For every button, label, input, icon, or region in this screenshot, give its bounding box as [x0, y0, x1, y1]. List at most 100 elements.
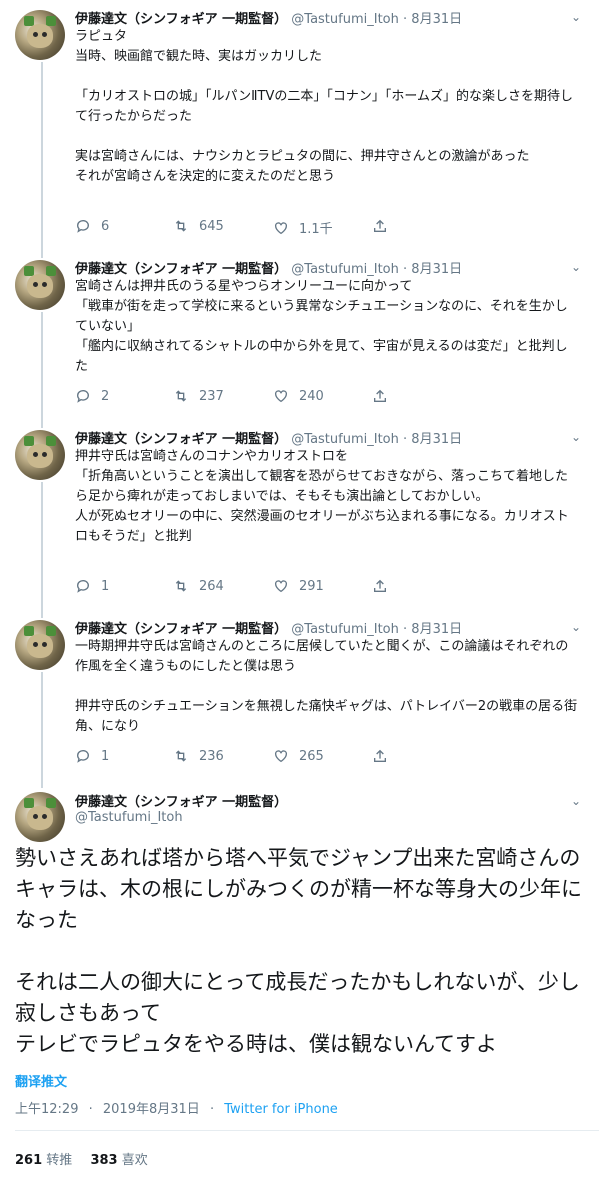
translate-tweet-link[interactable]: 翻译推文 [15, 1071, 67, 1090]
author-name[interactable]: 伊藤達文（シンフォギア 一期監督） [75, 12, 287, 27]
author-name[interactable]: 伊藤達文（シンフォギア 一期監督） [75, 262, 287, 277]
retweet-icon [175, 220, 187, 232]
share-icon [374, 579, 386, 592]
reply-button[interactable]: 2 [75, 388, 109, 404]
retweet-stat[interactable]: 261 转推 [15, 1153, 72, 1168]
share-icon [374, 219, 386, 232]
reply-count: 1 [101, 748, 110, 764]
tweet-date[interactable]: 8月31日 [411, 432, 462, 447]
retweet-count: 264 [199, 578, 224, 594]
separator-dot: · [403, 622, 408, 637]
reply-icon [77, 220, 89, 233]
tweet-date[interactable]: 8月31日 [411, 262, 462, 277]
separator-dot: · [403, 12, 408, 27]
tweet[interactable]: 伊藤達文（シンフォギア 一期監督） @Tastufumi_Itoh · 8月31… [0, 0, 599, 250]
tweet-date[interactable]: 8月31日 [411, 622, 462, 637]
heart-icon [275, 750, 287, 763]
like-count: 240 [299, 388, 324, 404]
tweet-actions: 6 645 1.1千 [75, 218, 495, 238]
tweet[interactable]: 伊藤達文（シンフォギア 一期監督） @Tastufumi_Itoh · 8月31… [0, 250, 599, 420]
author-handle[interactable]: @Tastufumi_Itoh [291, 12, 399, 27]
like-stat[interactable]: 383 喜欢 [90, 1153, 147, 1168]
author-name[interactable]: 伊藤達文（シンフォギア 一期監督） [75, 622, 287, 637]
like-count: 291 [299, 578, 324, 594]
retweet-button[interactable]: 237 [173, 388, 224, 404]
like-count: 1.1千 [299, 222, 333, 237]
avatar[interactable] [15, 792, 65, 842]
avatar[interactable] [15, 430, 65, 480]
like-button[interactable]: 1.1千 [273, 218, 333, 237]
tweet-time[interactable]: 上午12:29 [15, 1102, 78, 1117]
reply-count: 6 [101, 218, 110, 234]
chevron-down-icon[interactable]: ⌄ [571, 620, 581, 634]
chevron-down-icon[interactable]: ⌄ [571, 430, 581, 444]
share-button[interactable] [372, 388, 388, 404]
avatar[interactable] [15, 10, 65, 60]
like-stat-label: 喜欢 [121, 1153, 148, 1168]
retweet-count: 645 [199, 218, 224, 234]
share-icon [374, 389, 386, 402]
tweet-header: 伊藤達文（シンフォギア 一期監督） @Tastufumi_Itoh · 8月31… [75, 258, 462, 277]
tweet-actions: 1 236 265 [75, 748, 495, 768]
reply-button[interactable]: 1 [75, 748, 109, 764]
separator-dot: · [403, 432, 408, 447]
reply-button[interactable]: 1 [75, 578, 109, 594]
tweet-actions: 2 237 240 [75, 388, 495, 408]
main-tweet: 伊藤達文（シンフォギア 一期監督） @Tastufumi_Itoh ⌄ 勢いさえ… [0, 788, 599, 1186]
tweet-header: 伊藤達文（シンフォギア 一期監督） @Tastufumi_Itoh · 8月31… [75, 428, 462, 447]
tweet-text: 押井守氏は宮崎さんのコナンやカリオストロを 「折角高いということを演出して観客を… [75, 449, 569, 544]
tweet-text: ラピュタ 当時、映画館で観た時、実はガッカリした 「カリオストロの城」「ルパンⅡ… [75, 29, 573, 184]
retweet-button[interactable]: 236 [173, 748, 224, 764]
share-button[interactable] [372, 218, 388, 234]
author-name[interactable]: 伊藤達文（シンフォギア 一期監督） [75, 791, 287, 810]
author-handle[interactable]: @Tastufumi_Itoh [291, 432, 399, 447]
tweet-text: 宮崎さんは押井氏のうる星やつらオンリーユーに向かって 「戦車が街を走って学校に来… [75, 279, 568, 374]
main-tweet-text: 勢いさえあれば塔から塔へ平気でジャンプ出来た宮崎さんのキャラは、木の根にしがみつ… [15, 846, 582, 1056]
tweet-date[interactable]: 8月31日 [411, 12, 462, 27]
avatar[interactable] [15, 620, 65, 670]
reply-button[interactable]: 6 [75, 218, 109, 234]
share-icon [374, 749, 386, 762]
reply-count: 1 [101, 578, 110, 594]
share-button[interactable] [372, 578, 388, 594]
retweet-count: 237 [199, 388, 224, 404]
chevron-down-icon[interactable]: ⌄ [571, 260, 581, 274]
retweet-icon [175, 390, 187, 402]
chevron-down-icon[interactable]: ⌄ [571, 794, 581, 808]
author-name[interactable]: 伊藤達文（シンフォギア 一期監督） [75, 432, 287, 447]
reply-icon [77, 750, 89, 763]
reply-count: 2 [101, 388, 110, 404]
author-handle[interactable]: @Tastufumi_Itoh [291, 622, 399, 637]
author-handle[interactable]: @Tastufumi_Itoh [75, 810, 183, 825]
author-handle[interactable]: @Tastufumi_Itoh [291, 262, 399, 277]
reply-icon [77, 580, 89, 593]
like-button[interactable]: 291 [273, 578, 324, 594]
heart-icon [275, 221, 287, 234]
retweet-stat-label: 转推 [46, 1153, 73, 1168]
tweet-date[interactable]: 2019年8月31日 [103, 1102, 200, 1117]
tweet-meta: 上午12:29 · 2019年8月31日 · Twitter for iPhon… [15, 1098, 338, 1117]
like-count: 265 [299, 748, 324, 764]
separator-dot: · [209, 1102, 215, 1117]
like-button[interactable]: 240 [273, 388, 324, 404]
avatar[interactable] [15, 260, 65, 310]
retweet-total: 261 [15, 1153, 43, 1168]
separator-dot: · [88, 1102, 93, 1117]
retweet-icon [175, 580, 187, 592]
tweet-stats: 261 转推 383 喜欢 [15, 1149, 148, 1168]
reply-icon [77, 390, 89, 403]
retweet-button[interactable]: 264 [173, 578, 224, 594]
divider [15, 1130, 599, 1131]
chevron-down-icon[interactable]: ⌄ [571, 10, 581, 24]
tweet-header: 伊藤達文（シンフォギア 一期監督） @Tastufumi_Itoh · 8月31… [75, 618, 462, 637]
tweet[interactable]: 伊藤達文（シンフォギア 一期監督） @Tastufumi_Itoh · 8月31… [0, 610, 599, 780]
tweet-actions: 1 264 291 [75, 578, 495, 598]
like-total: 383 [90, 1153, 118, 1168]
tweet-header: 伊藤達文（シンフォギア 一期監督） @Tastufumi_Itoh · 8月31… [75, 8, 462, 27]
retweet-icon [175, 750, 187, 762]
share-button[interactable] [372, 748, 388, 764]
retweet-button[interactable]: 645 [173, 218, 224, 234]
tweet-source[interactable]: Twitter for iPhone [224, 1102, 338, 1117]
tweet[interactable]: 伊藤達文（シンフォギア 一期監督） @Tastufumi_Itoh · 8月31… [0, 420, 599, 610]
like-button[interactable]: 265 [273, 748, 324, 764]
